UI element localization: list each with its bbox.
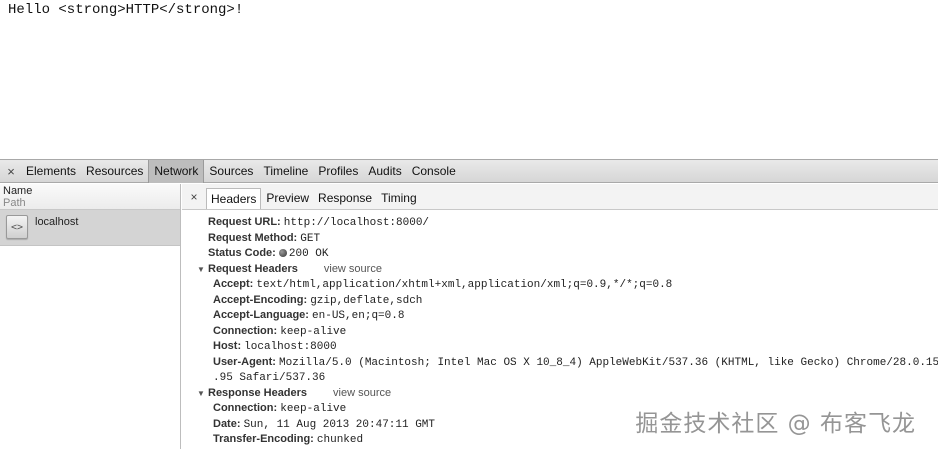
tab-headers[interactable]: Headers (206, 188, 262, 209)
tab-console[interactable]: Console (407, 160, 461, 183)
request-row[interactable]: <> localhost (0, 210, 180, 246)
header-value: text/html,application/xhtml+xml,applicat… (256, 279, 673, 291)
request-name: localhost (35, 216, 79, 228)
request-header-row: User-Agent: Mozilla/5.0 (Macintosh; Inte… (208, 355, 938, 371)
header-value: Sun, 11 Aug 2013 20:47:11 GMT (243, 418, 436, 431)
header-value: Mozilla/5.0 (Macintosh; Intel Mac OS X 1… (279, 356, 938, 369)
header-value: chunked (316, 434, 364, 446)
general-row: Status Code: 200 OK (208, 246, 938, 262)
tab-timeline[interactable]: Timeline (258, 160, 313, 183)
view-source-link[interactable]: view source (333, 387, 391, 399)
header-key: Accept: (213, 278, 254, 290)
tab-preview[interactable]: Preview (262, 188, 313, 209)
request-header-row: Connection: keep-alive (208, 324, 938, 340)
general-row: Request URL: http://localhost:8000/ (208, 215, 938, 231)
header-key: Status Code: (208, 247, 276, 259)
column-name-label: Name (3, 185, 33, 197)
header-key: Transfer-Encoding: (213, 433, 314, 445)
section-title: Response Headers (208, 386, 308, 399)
header-key: Connection: (213, 324, 278, 337)
tab-timing[interactable]: Timing (377, 188, 421, 209)
header-key: Host: (213, 340, 242, 352)
column-path-label: Path (3, 197, 26, 209)
tab-resources[interactable]: Resources (81, 160, 148, 183)
disclosure-triangle-icon[interactable]: ▼ (197, 387, 205, 402)
page-body-text: Hello <strong>HTTP</strong>! (8, 2, 244, 18)
request-header-row: Accept-Language: en-US,en;q=0.8 (208, 308, 938, 324)
watermark: 掘金技术社区 @ 布客飞龙 (635, 411, 916, 437)
header-value: keep-alive (280, 325, 347, 338)
request-headers-section[interactable]: ▼ Request Headers view source (197, 262, 938, 278)
request-list: Name Path <> localhost (0, 184, 181, 449)
close-detail-icon[interactable]: × (186, 187, 202, 209)
tab-sources[interactable]: Sources (204, 160, 258, 183)
header-key: Accept-Encoding: (213, 293, 308, 306)
close-icon[interactable]: × (1, 164, 21, 179)
request-header-row: Accept: text/html,application/xhtml+xml,… (208, 277, 938, 293)
header-key: Request Method: (208, 231, 298, 244)
request-header-row: Host: localhost:8000 (208, 339, 938, 355)
header-value: en-US,en;q=0.8 (312, 310, 405, 322)
browser-viewport: Hello <strong>HTTP</strong>! (0, 0, 938, 160)
devtools-toolbar: × Elements Resources Network Sources Tim… (0, 159, 938, 183)
header-value: GET (300, 232, 321, 245)
tab-profiles[interactable]: Profiles (313, 160, 363, 183)
header-value: .95 Safari/537.36 (213, 372, 326, 384)
header-key: User-Agent: (213, 355, 276, 368)
header-key: Connection: (213, 402, 278, 414)
document-icon: <> (6, 215, 28, 239)
tab-audits[interactable]: Audits (363, 160, 406, 183)
section-title: Request Headers (208, 262, 298, 275)
header-value: localhost:8000 (244, 341, 337, 353)
header-value-continuation: .95 Safari/537.36 (208, 370, 938, 386)
tab-network[interactable]: Network (148, 159, 205, 183)
header-value: 200 OK (288, 248, 329, 260)
detail-tabs: × Headers Preview Response Timing (182, 184, 938, 210)
request-header-row: Accept-Encoding: gzip,deflate,sdch (208, 293, 938, 309)
header-value: keep-alive (280, 403, 347, 415)
header-value: http://localhost:8000/ (283, 217, 430, 229)
view-source-link[interactable]: view source (324, 263, 382, 275)
response-headers-section[interactable]: ▼ Response Headers view source (197, 386, 938, 402)
tab-elements[interactable]: Elements (21, 160, 81, 183)
header-value: gzip,deflate,sdch (310, 294, 423, 307)
general-row: Request Method: GET (208, 231, 938, 247)
header-key: Accept-Language: (213, 309, 309, 321)
disclosure-triangle-icon[interactable]: ▼ (197, 263, 205, 278)
status-dot-icon (278, 249, 287, 257)
header-key: Request URL: (208, 216, 281, 228)
tab-response[interactable]: Response (314, 188, 376, 209)
header-key: Date: (213, 417, 241, 430)
column-header[interactable]: Name Path (0, 184, 180, 210)
